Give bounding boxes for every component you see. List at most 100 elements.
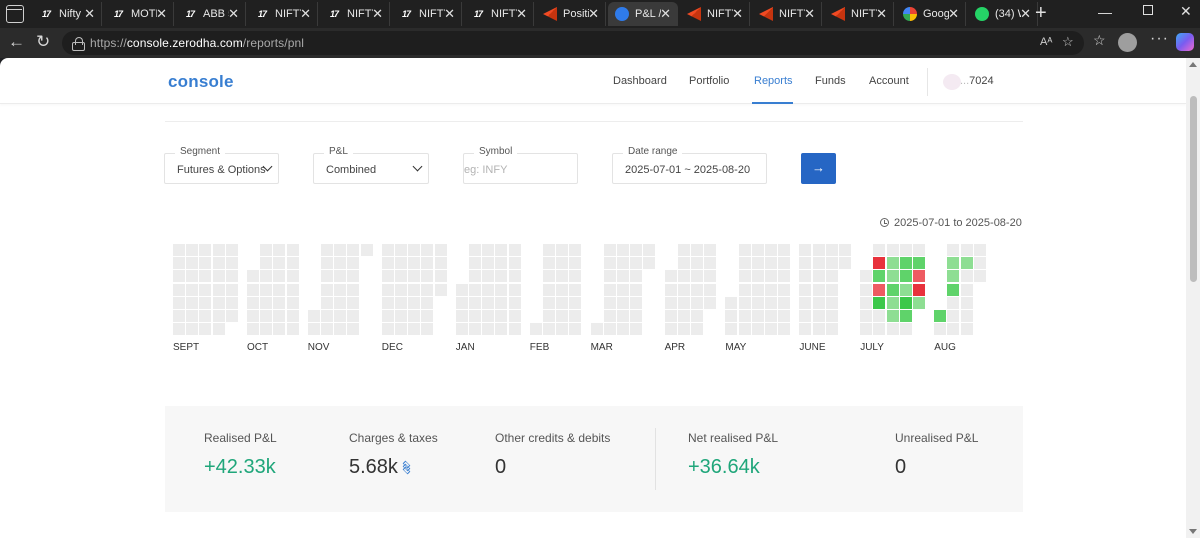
new-tab-plus-icon[interactable]: +	[1035, 2, 1047, 24]
heatmap-day-cell[interactable]	[495, 323, 508, 336]
heatmap-day-cell[interactable]	[630, 257, 643, 270]
heatmap-day-cell[interactable]	[508, 244, 521, 256]
heatmap-day-cell[interactable]	[799, 257, 812, 270]
heatmap-day-cell[interactable]	[556, 283, 569, 296]
heatmap-day-cell[interactable]	[873, 270, 886, 283]
heatmap-day-cell[interactable]	[691, 283, 703, 296]
heatmap-day-cell[interactable]	[630, 296, 643, 309]
heatmap-day-cell[interactable]	[664, 323, 677, 336]
heatmap-day-cell[interactable]	[495, 244, 508, 256]
heatmap-day-cell[interactable]	[408, 270, 421, 283]
heatmap-day-cell[interactable]	[273, 270, 286, 283]
heatmap-day-cell[interactable]	[286, 323, 299, 336]
heatmap-day-cell[interactable]	[691, 244, 703, 256]
browser-tab[interactable]: 17 NIFTY✕	[464, 2, 534, 26]
heatmap-day-cell[interactable]	[860, 296, 873, 309]
heatmap-day-cell[interactable]	[395, 257, 407, 270]
heatmap-day-cell[interactable]	[569, 270, 582, 283]
heatmap-day-cell[interactable]	[260, 244, 273, 256]
heatmap-day-cell[interactable]	[603, 270, 616, 283]
heatmap-day-cell[interactable]	[273, 283, 286, 296]
maximize-icon[interactable]	[1143, 5, 1153, 15]
heatmap-day-cell[interactable]	[960, 323, 973, 336]
heatmap-day-cell[interactable]	[691, 270, 703, 283]
heatmap-day-cell[interactable]	[799, 310, 812, 322]
copilot-icon[interactable]	[1176, 33, 1194, 51]
heatmap-day-cell[interactable]	[839, 244, 851, 256]
heatmap-day-cell[interactable]	[751, 296, 764, 309]
heatmap-day-cell[interactable]	[334, 323, 347, 336]
heatmap-day-cell[interactable]	[321, 323, 333, 336]
heatmap-day-cell[interactable]	[691, 296, 703, 309]
heatmap-day-cell[interactable]	[677, 323, 690, 336]
heatmap-day-cell[interactable]	[321, 257, 333, 270]
heatmap-day-cell[interactable]	[334, 270, 347, 283]
heatmap-day-cell[interactable]	[381, 270, 394, 283]
heatmap-day-cell[interactable]	[260, 283, 273, 296]
heatmap-day-cell[interactable]	[199, 283, 212, 296]
heatmap-day-cell[interactable]	[630, 244, 643, 256]
heatmap-day-cell[interactable]	[247, 296, 259, 309]
heatmap-day-cell[interactable]	[812, 257, 825, 270]
heatmap-day-cell[interactable]	[495, 283, 508, 296]
heatmap-day-cell[interactable]	[825, 244, 838, 256]
heatmap-day-cell[interactable]	[199, 244, 212, 256]
heatmap-day-cell[interactable]	[812, 310, 825, 322]
heatmap-day-cell[interactable]	[738, 310, 751, 322]
heatmap-day-cell[interactable]	[482, 296, 495, 309]
heatmap-day-cell[interactable]	[260, 257, 273, 270]
heatmap-day-cell[interactable]	[347, 296, 360, 309]
heatmap-day-cell[interactable]	[860, 323, 873, 336]
heatmap-day-cell[interactable]	[973, 270, 986, 283]
browser-tab[interactable]: NIFTY✕	[680, 2, 750, 26]
heatmap-day-cell[interactable]	[186, 244, 199, 256]
browser-tab[interactable]: NIFTY✕	[752, 2, 822, 26]
heatmap-day-cell[interactable]	[186, 257, 199, 270]
heatmap-day-cell[interactable]	[960, 270, 973, 283]
heatmap-day-cell[interactable]	[212, 323, 225, 336]
profile-avatar-icon[interactable]	[1118, 33, 1137, 52]
heatmap-day-cell[interactable]	[334, 310, 347, 322]
heatmap-day-cell[interactable]	[677, 296, 690, 309]
browser-tab[interactable]: (34) WhatsApp✕	[968, 2, 1038, 26]
heatmap-day-cell[interactable]	[408, 310, 421, 322]
heatmap-day-cell[interactable]	[543, 323, 555, 336]
tab-close-icon[interactable]: ✕	[372, 6, 383, 22]
heatmap-day-cell[interactable]	[643, 257, 656, 270]
heatmap-day-cell[interactable]	[617, 310, 629, 322]
heatmap-day-cell[interactable]	[273, 257, 286, 270]
heatmap-day-cell[interactable]	[751, 323, 764, 336]
heatmap-day-cell[interactable]	[960, 244, 973, 256]
heatmap-day-cell[interactable]	[569, 283, 582, 296]
heatmap-day-cell[interactable]	[617, 270, 629, 283]
heatmap-day-cell[interactable]	[725, 323, 738, 336]
heatmap-day-cell[interactable]	[886, 283, 899, 296]
heatmap-day-cell[interactable]	[603, 310, 616, 322]
heatmap-day-cell[interactable]	[899, 244, 912, 256]
heatmap-day-cell[interactable]	[886, 323, 899, 336]
heatmap-day-cell[interactable]	[738, 257, 751, 270]
heatmap-day-cell[interactable]	[934, 323, 947, 336]
heatmap-day-cell[interactable]	[691, 257, 703, 270]
tab-close-icon[interactable]: ✕	[876, 6, 887, 22]
heatmap-day-cell[interactable]	[765, 283, 777, 296]
lock-icon[interactable]	[72, 37, 85, 51]
heatmap-day-cell[interactable]	[825, 270, 838, 283]
browser-tab[interactable]: P&L / ✕	[608, 2, 678, 26]
heatmap-day-cell[interactable]	[617, 257, 629, 270]
heatmap-day-cell[interactable]	[765, 257, 777, 270]
heatmap-day-cell[interactable]	[825, 257, 838, 270]
heatmap-day-cell[interactable]	[778, 270, 791, 283]
heatmap-day-cell[interactable]	[630, 323, 643, 336]
heatmap-day-cell[interactable]	[569, 296, 582, 309]
heatmap-day-cell[interactable]	[812, 323, 825, 336]
heatmap-day-cell[interactable]	[839, 257, 851, 270]
heatmap-day-cell[interactable]	[469, 296, 481, 309]
heatmap-day-cell[interactable]	[556, 244, 569, 256]
heatmap-day-cell[interactable]	[873, 323, 886, 336]
heatmap-day-cell[interactable]	[508, 257, 521, 270]
heatmap-day-cell[interactable]	[543, 283, 555, 296]
browser-tab[interactable]: 17 ABB 5✕	[176, 2, 246, 26]
heatmap-day-cell[interactable]	[556, 323, 569, 336]
heatmap-day-cell[interactable]	[778, 296, 791, 309]
